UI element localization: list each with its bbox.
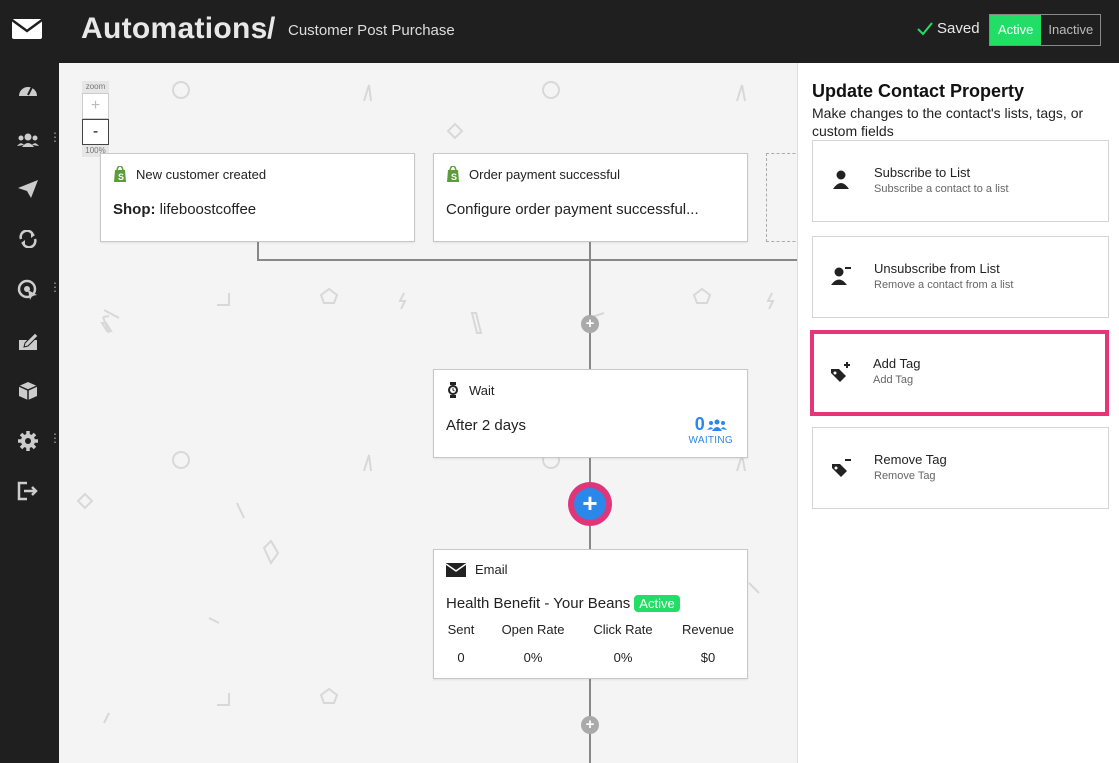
zoom-out-button[interactable]: - — [82, 119, 109, 145]
action-subscribe-to-list[interactable]: Subscribe to List Subscribe a contact to… — [812, 140, 1109, 222]
stat-value-sent: 0 — [457, 650, 465, 665]
action-remove-tag[interactable]: Remove Tag Remove Tag — [812, 427, 1109, 509]
stat-header-sent: Sent — [447, 622, 475, 637]
panel-description: Make changes to the contact's lists, tag… — [812, 105, 1084, 139]
settings-icon[interactable] — [13, 426, 43, 456]
shopify-icon: S — [447, 166, 459, 182]
targeting-icon[interactable] — [13, 275, 43, 305]
tag-minus-icon — [832, 459, 851, 477]
workflow-canvas[interactable]: zoom + - 100% S New customer created Sho… — [59, 63, 798, 763]
connector-line — [257, 259, 798, 261]
products-icon[interactable] — [13, 376, 43, 406]
toggle-inactive-button[interactable]: Inactive — [1041, 15, 1101, 45]
add-step-button[interactable]: + — [581, 716, 599, 734]
add-trigger-placeholder[interactable] — [766, 153, 798, 242]
user-icon — [833, 170, 849, 189]
action-panel: Update Contact Property Make changes to … — [797, 63, 1119, 763]
contacts-more-icon[interactable]: ⋮ — [49, 131, 61, 149]
trigger-card-header: S Order payment successful — [446, 166, 620, 182]
waiting-counter[interactable]: 0 WAITING — [688, 414, 733, 446]
trigger-card-new-customer[interactable]: S New customer created Shop: lifeboostco… — [100, 153, 415, 242]
page-title[interactable]: Automations — [81, 12, 268, 46]
email-step-card[interactable]: Email Health Benefit - Your Beans Active… — [433, 549, 748, 679]
settings-more-icon[interactable]: ⋮ — [49, 432, 61, 450]
trigger-title: Order payment successful — [469, 166, 621, 182]
envelope-icon — [446, 562, 466, 577]
dashboard-icon[interactable] — [13, 74, 43, 104]
trigger-body: Shop: lifeboostcoffee — [113, 201, 256, 218]
zoom-label: zoom — [82, 81, 109, 93]
breadcrumb-separator: / — [267, 12, 276, 45]
status-toggle: Active Inactive — [989, 14, 1102, 46]
email-name: Health Benefit - Your Beans — [446, 595, 631, 612]
add-step-button-highlighted[interactable]: + — [568, 482, 612, 526]
plus-icon: + — [574, 488, 606, 520]
action-subtitle: Add Tag — [873, 374, 914, 386]
action-subtitle: Remove Tag — [874, 470, 936, 482]
stat-header-click-rate: Click Rate — [593, 622, 653, 637]
logo-icon[interactable] — [11, 18, 43, 40]
toggle-active-button[interactable]: Active — [990, 15, 1042, 45]
action-title: Subscribe to List — [874, 165, 971, 180]
email-name-row: Health Benefit - Your Beans Active — [446, 595, 680, 612]
add-step-button[interactable]: + — [581, 315, 599, 333]
email-card-header: Email — [446, 562, 508, 577]
zoom-control: zoom + - 100% — [82, 81, 109, 157]
wait-title: Wait — [469, 382, 495, 398]
contacts-icon[interactable] — [13, 125, 43, 155]
action-title: Add Tag — [873, 356, 921, 371]
waiting-label: WAITING — [688, 435, 733, 446]
wait-duration: After 2 days — [446, 417, 527, 434]
automation-name[interactable]: Customer Post Purchase — [288, 22, 455, 39]
saved-label: Saved — [937, 20, 980, 37]
svg-text:S: S — [451, 172, 457, 182]
saved-status: Saved — [917, 20, 980, 37]
wait-card-header: Wait — [446, 382, 495, 398]
action-title: Remove Tag — [874, 452, 947, 467]
forms-icon[interactable] — [13, 326, 43, 356]
panel-title: Update Contact Property — [812, 81, 1025, 101]
top-bar: Automations / Customer Post Purchase Sav… — [59, 0, 1119, 63]
trigger-body-value: lifeboostcoffee — [159, 201, 257, 218]
action-unsubscribe-from-list[interactable]: Unsubscribe from List Remove a contact f… — [812, 236, 1109, 318]
stat-value-revenue: $0 — [700, 650, 716, 665]
checkmark-icon — [917, 21, 933, 35]
stat-header-revenue: Revenue — [681, 622, 735, 637]
action-add-tag[interactable]: Add Tag Add Tag — [810, 330, 1109, 416]
trigger-title: New customer created — [136, 166, 267, 182]
people-icon — [706, 419, 727, 431]
connector-line — [589, 242, 591, 369]
watch-icon — [448, 382, 458, 398]
email-title: Email — [475, 562, 508, 577]
email-status-badge: Active — [634, 595, 680, 612]
user-minus-icon — [831, 267, 851, 285]
wait-step-card[interactable]: Wait After 2 days 0 WAITING — [433, 369, 748, 458]
campaigns-icon[interactable] — [13, 174, 43, 204]
waiting-count: 0 — [694, 414, 705, 434]
svg-text:S: S — [118, 172, 124, 182]
action-title: Unsubscribe from List — [874, 261, 1000, 276]
stat-value-click-rate: 0% — [613, 650, 633, 665]
action-subtitle: Subscribe a contact to a list — [874, 183, 1009, 195]
stat-value-open-rate: 0% — [523, 650, 543, 665]
zoom-in-button[interactable]: + — [82, 93, 109, 119]
trigger-card-header: S New customer created — [113, 166, 266, 182]
targeting-more-icon[interactable]: ⋮ — [49, 281, 61, 299]
trigger-body: Configure order payment successful... — [446, 201, 699, 218]
logout-icon[interactable] — [13, 476, 43, 506]
action-subtitle: Remove a contact from a list — [874, 279, 1014, 291]
left-sidebar: ⋮ ⋮ ⋮ — [0, 0, 61, 763]
automations-icon[interactable] — [13, 224, 43, 254]
shopify-icon: S — [114, 166, 126, 182]
tag-plus-icon — [831, 362, 850, 382]
trigger-body-label: Shop: — [113, 201, 156, 218]
trigger-card-order-payment[interactable]: S Order payment successful Configure ord… — [433, 153, 748, 242]
email-stats: Sent Open Rate Click Rate Revenue 0 0% 0… — [434, 622, 748, 665]
stat-header-open-rate: Open Rate — [501, 622, 565, 637]
